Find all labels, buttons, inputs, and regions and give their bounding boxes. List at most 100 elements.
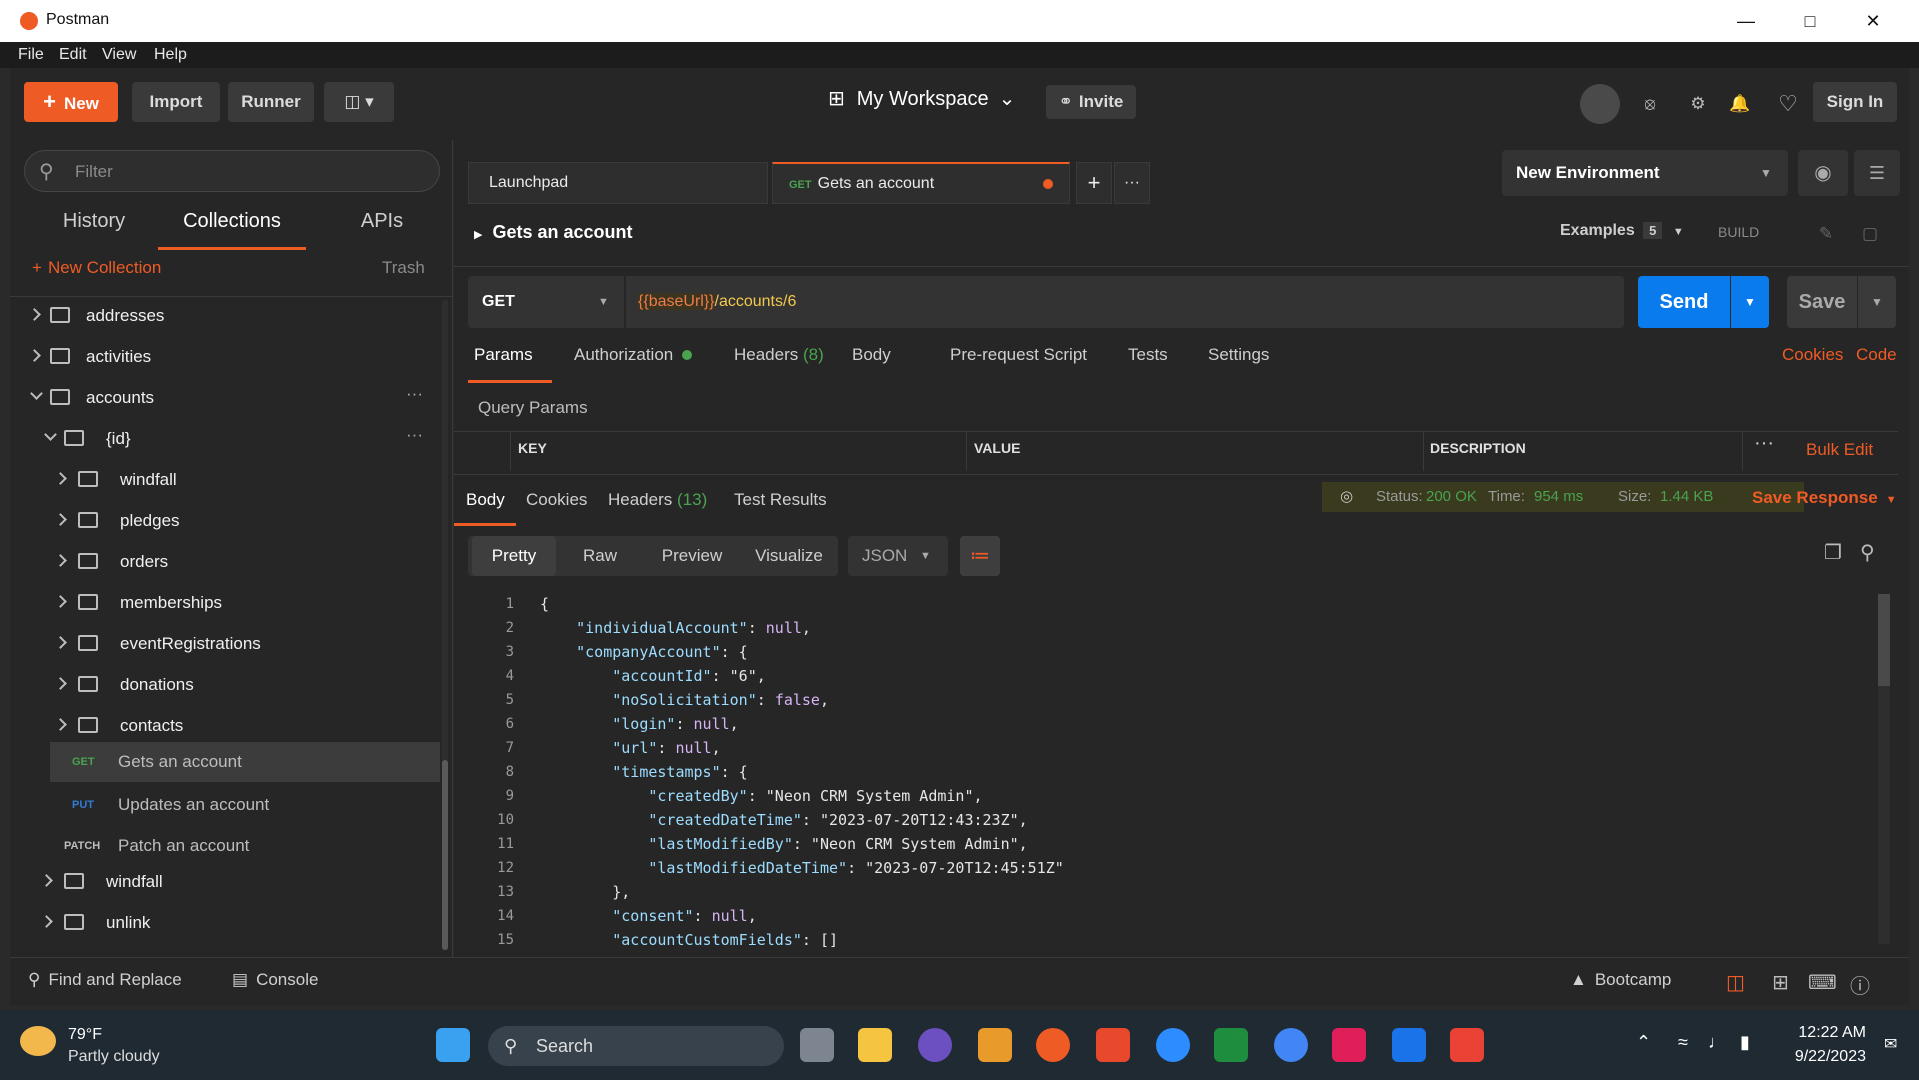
eye-icon[interactable]: ◉ <box>1798 150 1848 196</box>
edit-pencil-icon[interactable]: ✎ <box>1804 214 1848 254</box>
gmail-icon[interactable] <box>1450 1028 1484 1062</box>
tree-folder-eventregistrations[interactable]: eventRegistrations <box>10 626 440 662</box>
notifications-bell-icon[interactable]: 🔔 <box>1720 84 1760 124</box>
tree-folder-windfall[interactable]: windfall <box>10 462 440 498</box>
method-select[interactable]: GET ▼ <box>468 276 624 328</box>
menu-edit[interactable]: Edit <box>59 46 87 64</box>
file-explorer-icon[interactable] <box>858 1028 892 1062</box>
view-pretty[interactable]: Pretty <box>472 536 556 576</box>
sync-off-icon[interactable] <box>1580 84 1620 124</box>
more-options-icon[interactable]: ··· <box>1754 432 1774 455</box>
tab-history[interactable]: History <box>34 210 154 250</box>
filter-field[interactable]: ⚲ <box>24 150 440 192</box>
resp-tab-headers[interactable]: Headers (13) <box>608 490 707 526</box>
save-response-button[interactable]: Save Response ▼ <box>1752 488 1897 508</box>
google-calendar-icon[interactable] <box>1392 1028 1426 1062</box>
maximize-icon[interactable]: □ <box>1790 8 1830 34</box>
tree-folder-contacts[interactable]: contacts <box>10 708 440 744</box>
find-replace-button[interactable]: ⚲ Find and Replace <box>28 970 182 990</box>
tree-folder-unlink[interactable]: unlink <box>10 905 440 941</box>
request-title[interactable]: ▶ Gets an account <box>474 222 633 243</box>
menu-help[interactable]: Help <box>154 46 187 64</box>
tab-collections[interactable]: Collections <box>158 210 306 250</box>
bulk-edit-link[interactable]: Bulk Edit <box>1806 440 1873 460</box>
two-pane-view-icon[interactable]: ◫ <box>1726 970 1745 995</box>
tree-request-patch-an-account[interactable]: PATCH Patch an account <box>50 826 440 866</box>
scrollbar-thumb[interactable] <box>442 760 448 950</box>
response-code-editor[interactable]: 1 2 3 4 5 6 7 8 9 10 11 12 13 14 15 { "i… <box>454 588 1898 954</box>
tree-folder-memberships[interactable]: memberships <box>10 585 440 621</box>
new-window-button[interactable]: ◫ ▾ <box>324 82 394 122</box>
chevron-up-icon[interactable]: ⌃ <box>1636 1032 1651 1053</box>
postman-taskbar-icon[interactable] <box>1036 1028 1070 1062</box>
help-icon[interactable]: ⓘ <box>1850 970 1870 999</box>
req-tab-body[interactable]: Body <box>852 345 891 383</box>
resp-tab-body[interactable]: Body <box>454 490 516 526</box>
zoom-icon[interactable] <box>1156 1028 1190 1062</box>
minimize-icon[interactable]: — <box>1726 8 1766 34</box>
filter-input[interactable] <box>75 161 415 183</box>
weather-temp[interactable]: 79°F <box>68 1026 102 1044</box>
trash-link[interactable]: Trash <box>382 258 425 278</box>
view-visualize[interactable]: Visualize <box>744 536 834 576</box>
view-preview[interactable]: Preview <box>644 536 740 576</box>
invite-button[interactable]: ⚭ Invite <box>1046 85 1136 119</box>
tree-request-gets-an-account[interactable]: GET Gets an account <box>50 742 440 782</box>
url-input[interactable]: {{baseUrl}}/accounts/6 <box>626 276 1624 328</box>
scrollbar-thumb[interactable] <box>1878 594 1890 686</box>
sidebar-scrollbar[interactable] <box>442 300 448 950</box>
send-button[interactable]: Send <box>1638 276 1730 328</box>
req-tab-prerequest[interactable]: Pre-request Script <box>950 345 1087 383</box>
satellite-icon[interactable]: ⦻ <box>1630 84 1670 124</box>
tree-folder-addresses[interactable]: addresses <box>10 298 440 334</box>
build-mode-label[interactable]: BUILD <box>1718 224 1759 240</box>
heart-icon[interactable]: ♡ <box>1768 84 1808 124</box>
tab-options-icon[interactable]: ··· <box>1114 162 1150 204</box>
more-options-icon[interactable]: ··· <box>406 384 423 404</box>
tab-launchpad[interactable]: Launchpad <box>468 162 768 204</box>
runner-button[interactable]: Runner <box>228 82 314 122</box>
new-collection-button[interactable]: + New Collection <box>32 258 161 278</box>
github-desktop-icon[interactable] <box>918 1028 952 1062</box>
tab-apis[interactable]: APIs <box>332 210 432 250</box>
ubuntu-icon[interactable] <box>1096 1028 1130 1062</box>
tree-folder-id[interactable]: {id} ··· <box>10 421 440 457</box>
format-select[interactable]: JSON ▼ <box>848 536 948 576</box>
new-button[interactable]: + New <box>24 82 118 122</box>
save-button[interactable]: Save <box>1787 276 1857 328</box>
menu-view[interactable]: View <box>102 46 136 64</box>
resp-tab-cookies[interactable]: Cookies <box>526 490 587 526</box>
signin-button[interactable]: Sign In <box>1813 82 1897 122</box>
clock-date[interactable]: 9/22/2023 <box>1780 1048 1866 1066</box>
req-tab-settings[interactable]: Settings <box>1208 345 1269 383</box>
battery-icon[interactable]: ▮ <box>1740 1032 1750 1053</box>
save-options-chevron-icon[interactable]: ▼ <box>1858 276 1896 328</box>
req-tab-tests[interactable]: Tests <box>1128 345 1168 383</box>
view-raw[interactable]: Raw <box>562 536 638 576</box>
tree-folder-windfall-2[interactable]: windfall <box>10 864 440 900</box>
keyboard-icon[interactable]: ⌨ <box>1808 970 1837 995</box>
settings-gear-icon[interactable]: ⚙ <box>1678 84 1718 124</box>
editor-scrollbar[interactable] <box>1878 594 1890 944</box>
task-view-icon[interactable] <box>800 1028 834 1062</box>
close-icon[interactable]: ✕ <box>1853 8 1893 34</box>
clock-time[interactable]: 12:22 AM <box>1788 1024 1866 1042</box>
notification-bell-icon[interactable]: ✉ <box>1884 1034 1897 1054</box>
search-icon[interactable]: ⚲ <box>1860 540 1875 565</box>
wifi-icon[interactable]: ≈ <box>1678 1032 1688 1053</box>
workspace-selector[interactable]: ⊞ My Workspace ⌄ <box>828 86 1015 122</box>
slack-icon[interactable] <box>1332 1028 1366 1062</box>
console-button[interactable]: ▤ Console <box>232 970 318 990</box>
req-tab-headers[interactable]: Headers (8) <box>734 345 824 383</box>
windows-start-icon[interactable] <box>436 1028 470 1062</box>
code-link[interactable]: Code <box>1856 345 1897 365</box>
comment-icon[interactable]: ▢ <box>1848 214 1892 254</box>
menu-file[interactable]: File <box>18 46 44 64</box>
sliders-icon[interactable]: ☰ <box>1854 150 1900 196</box>
wrap-lines-icon[interactable]: ≔ <box>960 536 1000 576</box>
tree-request-updates-an-account[interactable]: PUT Updates an account <box>50 785 440 825</box>
tree-folder-pledges[interactable]: pledges <box>10 503 440 539</box>
tree-folder-donations[interactable]: donations <box>10 667 440 703</box>
more-options-icon[interactable]: ··· <box>406 425 423 445</box>
cookies-link[interactable]: Cookies <box>1782 345 1843 365</box>
